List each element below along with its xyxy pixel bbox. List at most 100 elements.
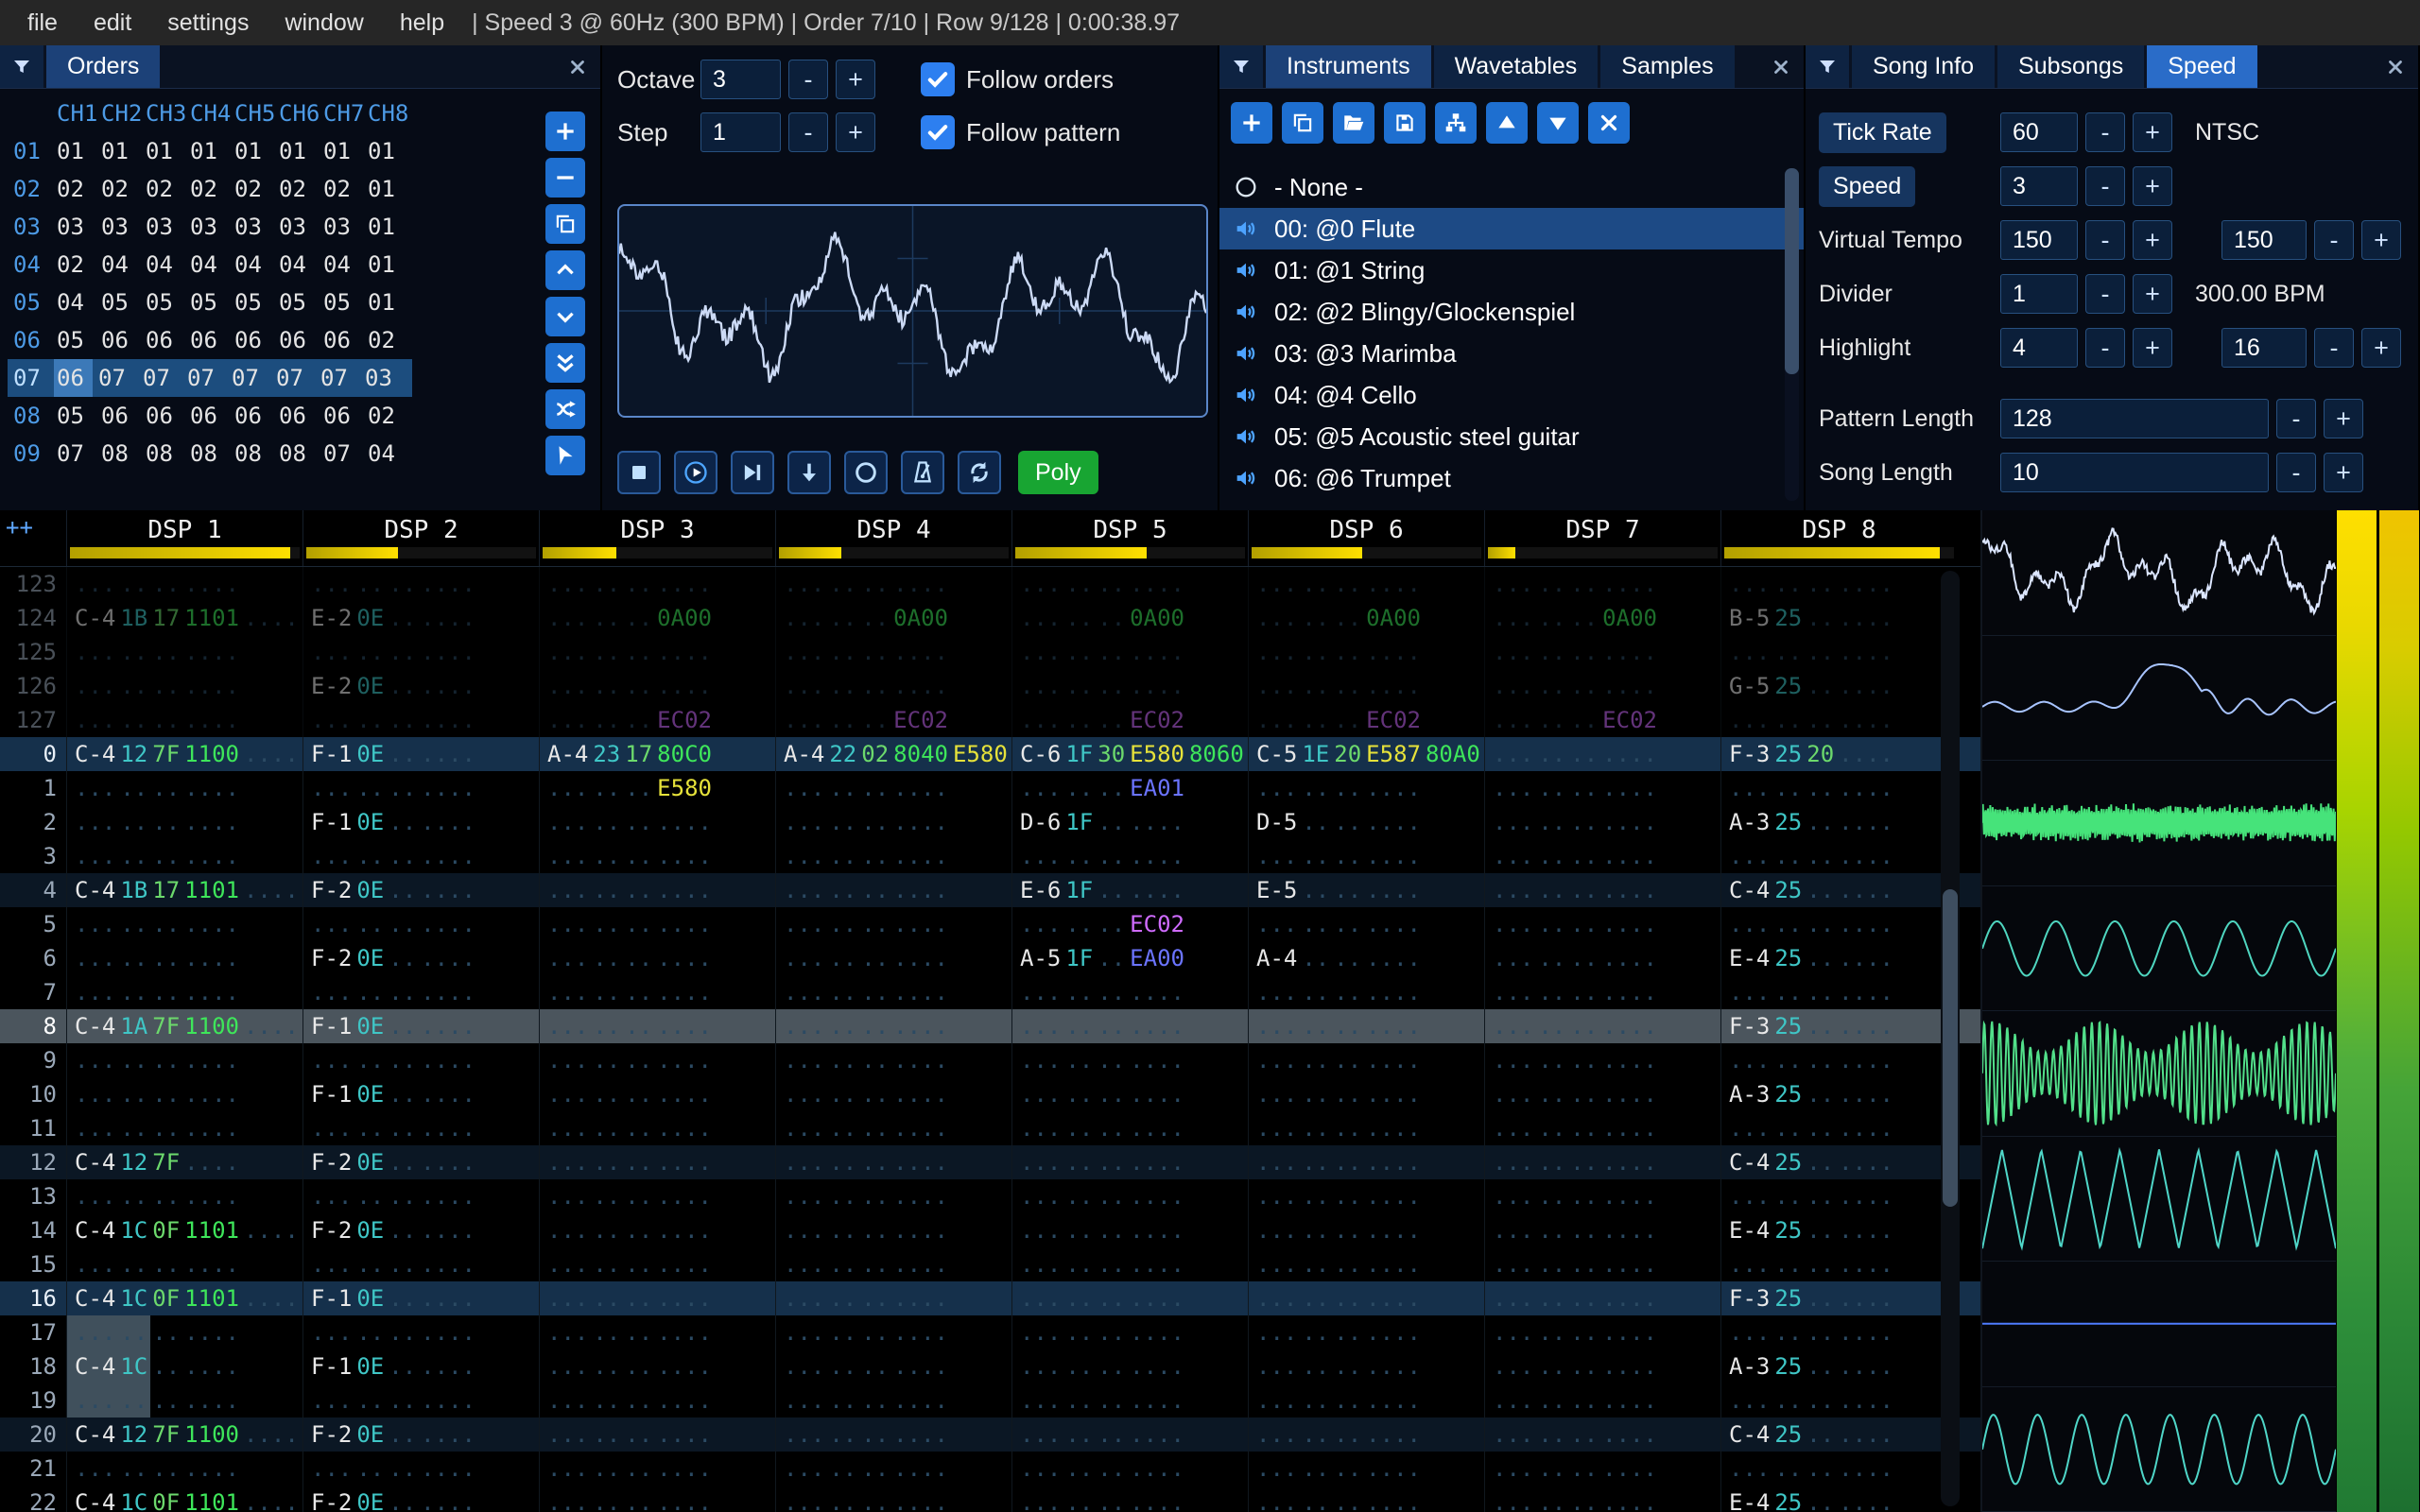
tick-rate-input[interactable]: 60 bbox=[2000, 112, 2078, 152]
order-cell[interactable]: 07 bbox=[323, 435, 368, 472]
pattern-cell[interactable]: ........... bbox=[539, 1213, 775, 1247]
pattern-cell[interactable]: ....... EC02 bbox=[1011, 907, 1248, 941]
octave-increase-button[interactable]: + bbox=[836, 60, 875, 99]
pattern-cell[interactable]: ........... bbox=[539, 669, 775, 703]
pattern-cell[interactable]: C-4 1C 0F 1101.... bbox=[66, 1213, 302, 1247]
pattern-cell[interactable]: C-4 1B 17 1101.... bbox=[66, 873, 302, 907]
pattern-cell[interactable]: ........... bbox=[1720, 1043, 1957, 1077]
instrument-list-scrollbar[interactable] bbox=[1785, 168, 1799, 501]
pattern-cell[interactable]: ........... bbox=[1248, 1247, 1484, 1281]
pattern-cell[interactable]: ........... bbox=[302, 1111, 539, 1145]
pattern-row-4[interactable]: 4 C-4 1B 17 1101.... F-2 0E...................… bbox=[0, 873, 1980, 907]
pattern-cell[interactable]: ........... bbox=[775, 635, 1011, 669]
order-cell[interactable]: 08 bbox=[190, 435, 234, 472]
pattern-cell[interactable]: ........... bbox=[775, 1247, 1011, 1281]
tab-wavetables[interactable]: Wavetables bbox=[1433, 45, 1599, 88]
pattern-cell[interactable]: F-1 0E...... bbox=[302, 737, 539, 771]
step-input[interactable]: 1 bbox=[700, 112, 781, 152]
pattern-cell[interactable]: ........... bbox=[1011, 1009, 1248, 1043]
divider-decrease-button[interactable]: - bbox=[2085, 274, 2125, 314]
order-cell[interactable]: 06 bbox=[146, 397, 190, 435]
order-cell[interactable]: 01 bbox=[146, 132, 190, 170]
virtual-tempo-den-increase-button[interactable]: + bbox=[2361, 220, 2401, 260]
instrument-item[interactable]: 02: @2 Blingy/Glockenspiel bbox=[1219, 291, 1804, 333]
pattern-cell[interactable]: E-2 0E...... bbox=[302, 669, 539, 703]
pattern-cell[interactable]: ........... bbox=[1720, 703, 1957, 737]
order-cell[interactable]: 06 bbox=[323, 397, 368, 435]
order-cell[interactable]: 02 bbox=[368, 397, 412, 435]
pattern-cell[interactable]: ........... bbox=[1011, 1213, 1248, 1247]
pattern-cell[interactable]: ........... bbox=[775, 873, 1011, 907]
tab-instruments[interactable]: Instruments bbox=[1266, 45, 1431, 88]
pattern-cell[interactable]: F-2 0E...... bbox=[302, 873, 539, 907]
menu-edit[interactable]: edit bbox=[76, 9, 149, 37]
pattern-cell[interactable]: A-4 23 17 80C0 bbox=[539, 737, 775, 771]
pattern-cell[interactable]: ........... bbox=[539, 1009, 775, 1043]
pattern-cell[interactable]: ........... bbox=[1484, 1383, 1720, 1418]
pattern-cell[interactable]: ........... bbox=[1011, 1145, 1248, 1179]
octave-input[interactable]: 3 bbox=[700, 60, 781, 99]
pattern-cell[interactable]: ....... 0A00 bbox=[539, 601, 775, 635]
pattern-cell[interactable]: C-4 1C 0F 1101.... bbox=[66, 1281, 302, 1315]
order-cell[interactable]: 01 bbox=[368, 208, 412, 246]
order-cell[interactable]: 06 bbox=[234, 321, 279, 359]
pattern-row-124[interactable]: 124 C-4 1B 17 1101.... E-2 0E............. 0A00… bbox=[0, 601, 1980, 635]
pattern-cell[interactable]: ....... EC02 bbox=[539, 703, 775, 737]
pattern-cell[interactable]: B-5 25...... bbox=[1720, 601, 1957, 635]
speed-increase-button[interactable]: + bbox=[2133, 166, 2172, 206]
order-cell[interactable]: 01 bbox=[279, 132, 323, 170]
pattern-cell[interactable]: ........... bbox=[1248, 1452, 1484, 1486]
order-cell[interactable]: 01 bbox=[190, 132, 234, 170]
pattern-cell[interactable]: ........... bbox=[302, 907, 539, 941]
pattern-cell[interactable]: ........... bbox=[1248, 1349, 1484, 1383]
pattern-cell[interactable]: ........... bbox=[302, 703, 539, 737]
pattern-cell[interactable]: ........... bbox=[66, 975, 302, 1009]
order-cell[interactable]: 02 bbox=[234, 170, 279, 208]
pattern-cell[interactable]: ....... 0A00 bbox=[1011, 601, 1248, 635]
pattern-cell[interactable]: ........... bbox=[1248, 1315, 1484, 1349]
pattern-cell[interactable]: ........... bbox=[775, 771, 1011, 805]
pattern-cell[interactable]: C-4 12 7F.... bbox=[66, 1145, 302, 1179]
pattern-cell[interactable]: C-4 25...... bbox=[1720, 1145, 1957, 1179]
pattern-row-11[interactable]: 11......................................… bbox=[0, 1111, 1980, 1145]
pattern-cell[interactable]: ........... bbox=[1484, 1452, 1720, 1486]
menu-window[interactable]: window bbox=[267, 9, 381, 37]
pattern-cell[interactable]: ........... bbox=[775, 907, 1011, 941]
pattern-cell[interactable]: ........... bbox=[775, 1077, 1011, 1111]
pattern-cell[interactable]: ........... bbox=[1248, 1383, 1484, 1418]
pattern-cell[interactable]: ........... bbox=[775, 1145, 1011, 1179]
pattern-row-12[interactable]: 12 C-4 12 7F.... F-2 0E......................… bbox=[0, 1145, 1980, 1179]
pattern-row-22[interactable]: 22 C-4 1C 0F 1101.... F-2 0E..................… bbox=[0, 1486, 1980, 1512]
order-cell[interactable]: 01 bbox=[368, 246, 412, 284]
add-instrument-button[interactable] bbox=[1231, 102, 1272, 144]
pattern-length-decrease-button[interactable]: - bbox=[2276, 399, 2316, 438]
pattern-cell[interactable]: ........... bbox=[1484, 907, 1720, 941]
pattern-cell[interactable]: ........... bbox=[1011, 1077, 1248, 1111]
step-decrease-button[interactable]: - bbox=[788, 112, 828, 152]
orders-menu-button[interactable] bbox=[0, 45, 43, 88]
order-row-03[interactable]: 03 03 03 03 03 03 03 03 01 bbox=[8, 208, 412, 246]
speed-input[interactable]: 3 bbox=[2000, 166, 2078, 206]
order-cell[interactable]: 05 bbox=[146, 284, 190, 321]
pattern-cell[interactable]: ........... bbox=[1011, 1179, 1248, 1213]
order-cell[interactable]: 05 bbox=[190, 284, 234, 321]
channel-header-dsp-4[interactable]: DSP 4 bbox=[775, 510, 1011, 566]
order-cell[interactable]: 08 bbox=[234, 435, 279, 472]
order-cell[interactable]: 03 bbox=[146, 208, 190, 246]
pattern-cell[interactable]: C-4 1A 7F 1100.... bbox=[66, 1009, 302, 1043]
divider-increase-button[interactable]: + bbox=[2133, 274, 2172, 314]
pattern-cell[interactable]: ........... bbox=[1011, 1281, 1248, 1315]
pattern-cell[interactable]: ........... bbox=[539, 1315, 775, 1349]
pattern-row-0[interactable]: 0 C-4 12 7F 1100.... F-1 0E...... A-4 23 17 80C0 A-… bbox=[0, 737, 1980, 771]
pattern-cell[interactable]: ....... E580 bbox=[539, 771, 775, 805]
pattern-cell[interactable]: E-6 1F...... bbox=[1011, 873, 1248, 907]
instruments-close-button[interactable] bbox=[1758, 45, 1804, 88]
pattern-cell[interactable]: A-3 25...... bbox=[1720, 1077, 1957, 1111]
virtual-tempo-num-decrease-button[interactable]: - bbox=[2085, 220, 2125, 260]
pattern-cell[interactable]: ........... bbox=[302, 1247, 539, 1281]
pattern-cell[interactable]: F-3 25...... bbox=[1720, 1009, 1957, 1043]
pattern-cell[interactable]: ........... bbox=[66, 1315, 302, 1349]
pattern-cell[interactable]: ........... bbox=[302, 771, 539, 805]
pattern-cell[interactable]: ........... bbox=[66, 1179, 302, 1213]
speed-decrease-button[interactable]: - bbox=[2085, 166, 2125, 206]
